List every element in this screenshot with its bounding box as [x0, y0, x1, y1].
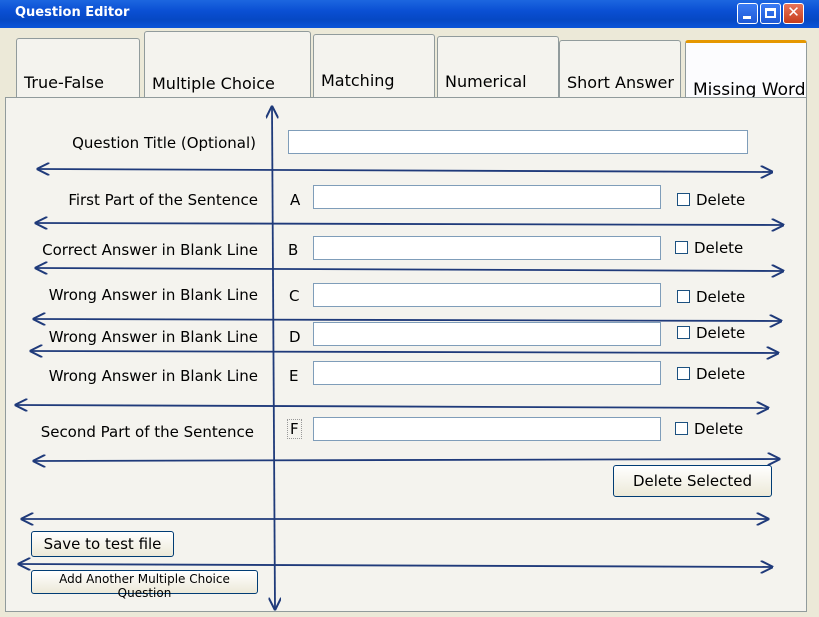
horizontal-arrow — [19, 564, 772, 567]
horizontal-arrow — [31, 351, 778, 353]
question-editor-window: Question Editor ✕ True-False Multiple Ch… — [0, 0, 819, 617]
annotation-arrows — [0, 0, 819, 617]
vertical-arrow — [272, 107, 275, 609]
horizontal-arrow — [34, 459, 779, 461]
horizontal-arrow — [36, 268, 783, 271]
horizontal-arrow — [16, 405, 768, 408]
horizontal-arrow — [36, 223, 783, 225]
horizontal-arrow — [38, 169, 772, 172]
horizontal-arrow — [34, 319, 781, 321]
